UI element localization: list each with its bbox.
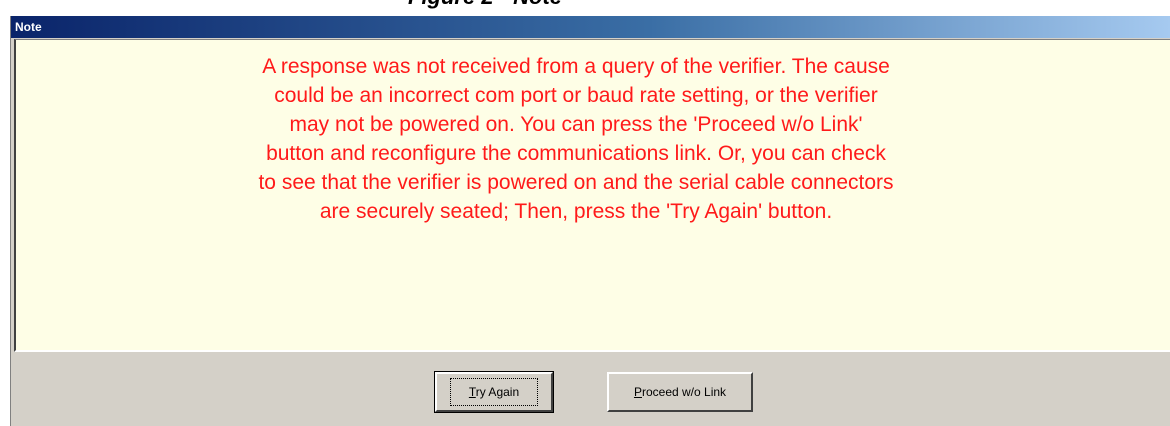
note-dialog: Note A response was not received from a …	[10, 16, 1170, 426]
try-again-label: Try Again	[449, 378, 539, 406]
proceed-label-rest: roceed w/o Link	[641, 385, 727, 399]
window-title: Note	[15, 20, 42, 34]
try-again-button[interactable]: Try Again	[434, 371, 554, 413]
figure-caption: Figure 2 - Note	[408, 0, 562, 8]
message-text: A response was not received from a query…	[258, 55, 894, 223]
try-again-label-rest: ry Again	[475, 385, 520, 399]
proceed-label: Proceed w/o Link	[630, 384, 730, 400]
button-bar: Try Again Proceed w/o Link	[11, 352, 1170, 426]
proceed-accelerator: P	[633, 385, 642, 399]
try-again-accelerator: T	[468, 385, 476, 399]
message-pane: A response was not received from a query…	[14, 39, 1170, 352]
title-bar[interactable]: Note	[11, 16, 1170, 38]
proceed-without-link-button[interactable]: Proceed w/o Link	[607, 372, 753, 412]
